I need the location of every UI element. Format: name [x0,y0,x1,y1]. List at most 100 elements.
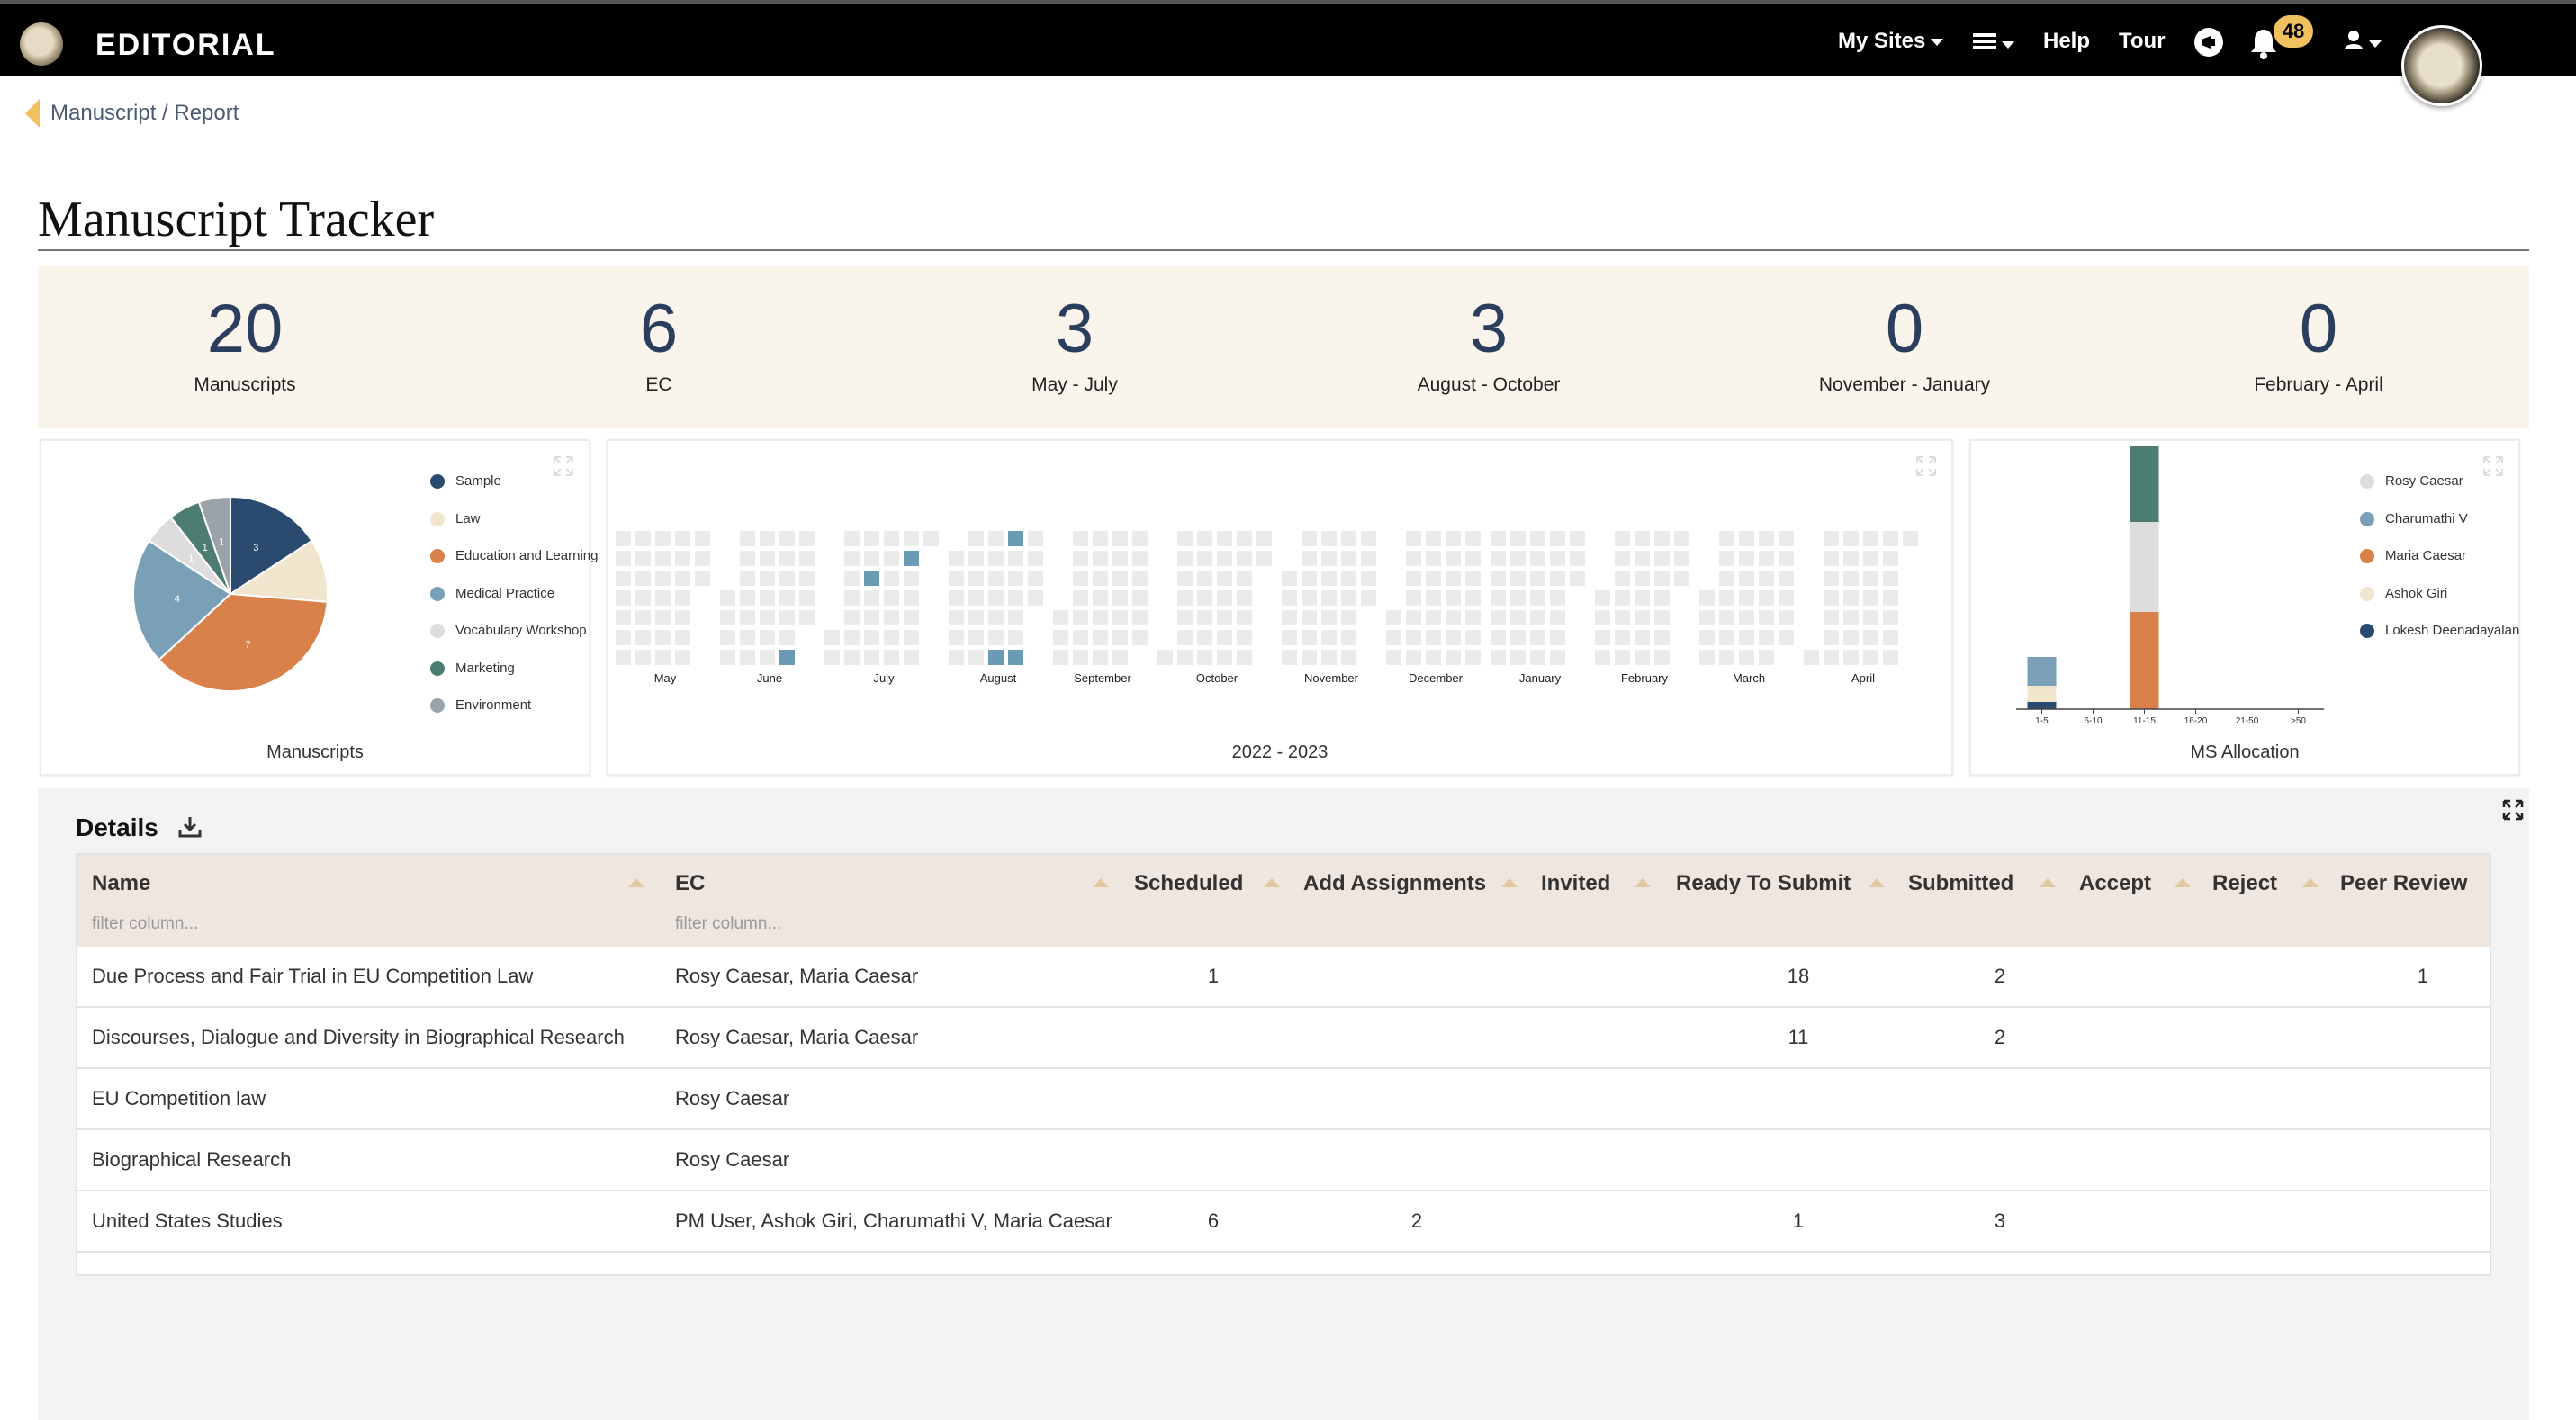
heatmap-cell-active[interactable] [779,650,795,665]
heatmap-cell[interactable] [1028,551,1043,566]
heatmap-cell[interactable] [1053,650,1068,665]
heatmap-cell[interactable] [1073,610,1088,625]
heatmap-cell[interactable] [1361,590,1376,606]
table-row[interactable]: Due Process and Fair Trial in EU Competi… [77,947,2490,1008]
heatmap-cell[interactable] [1406,590,1421,606]
heatmap-cell[interactable] [1510,551,1526,566]
expand-icon[interactable] [553,455,574,477]
expand-icon[interactable] [2502,799,2524,821]
heatmap-cell[interactable] [1739,610,1754,625]
heatmap-cell[interactable] [949,590,964,606]
heatmap-cell[interactable] [1426,590,1441,606]
heatmap-cell[interactable] [904,630,919,645]
heatmap-cell[interactable] [1446,531,1461,546]
heatmap-cell[interactable] [1739,650,1754,665]
heatmap-cell[interactable] [1615,590,1630,606]
heatmap-cell[interactable] [760,630,775,645]
heatmap-cell[interactable] [1237,571,1252,586]
bar-segment[interactable] [2027,686,2057,702]
heatmap-cell[interactable] [884,650,899,665]
heatmap-cell[interactable] [1177,590,1193,606]
heatmap-cell[interactable] [1217,531,1232,546]
heatmap-cell[interactable] [1112,590,1128,606]
heatmap-cell[interactable] [988,531,1004,546]
heatmap-cell[interactable] [1008,571,1023,586]
heatmap-cell[interactable] [1510,630,1526,645]
heatmap-cell[interactable] [1759,650,1774,665]
heatmap-cell[interactable] [1719,571,1734,586]
heatmap-cell[interactable] [1446,590,1461,606]
heatmap-cell[interactable] [1635,551,1650,566]
table-row[interactable]: United States Studies PM User, Ashok Gir… [77,1191,2490,1253]
heatmap-cell[interactable] [904,531,919,546]
heatmap-cell[interactable] [904,610,919,625]
column-header-ec[interactable]: EC [675,871,705,896]
heatmap-cell[interactable] [1237,630,1252,645]
heatmap-cell[interactable] [1883,590,1898,606]
heatmap-cell[interactable] [1302,571,1317,586]
heatmap-cell[interactable] [1699,650,1715,665]
megaphone-icon[interactable] [2193,26,2225,58]
avatar[interactable] [2401,25,2482,106]
heatmap-cell[interactable] [1843,551,1859,566]
heatmap-cell[interactable] [1883,630,1898,645]
heatmap-cell[interactable] [1132,630,1148,645]
sort-icon[interactable] [2302,878,2319,887]
column-header-accept[interactable]: Accept [2079,871,2151,896]
heatmap-cell[interactable] [635,551,651,566]
heatmap-cell[interactable] [655,571,671,586]
heatmap-cell[interactable] [923,531,939,546]
heatmap-cell[interactable] [1282,590,1297,606]
heatmap-cell[interactable] [720,650,735,665]
heatmap-cell[interactable] [1530,650,1545,665]
heatmap-cell[interactable] [884,610,899,625]
heatmap-cell[interactable] [988,610,1004,625]
heatmap-cell[interactable] [740,650,755,665]
heatmap-cell[interactable] [1446,650,1461,665]
heatmap-cell[interactable] [1530,610,1545,625]
heatmap-cell[interactable] [1595,650,1610,665]
heatmap-cell[interactable] [1197,571,1212,586]
heatmap-cell[interactable] [904,590,919,606]
heatmap-cell[interactable] [864,610,879,625]
heatmap-cell[interactable] [884,590,899,606]
column-header-ready-to-submit[interactable]: Ready To Submit [1676,871,1851,896]
heatmap-cell[interactable] [1595,630,1610,645]
heatmap-cell[interactable] [1779,590,1794,606]
heatmap-cell[interactable] [760,531,775,546]
heatmap-cell[interactable] [1530,630,1545,645]
heatmap-cell[interactable] [884,571,899,586]
heatmap-cell[interactable] [1615,551,1630,566]
heatmap-cell[interactable] [1824,630,1839,645]
sort-icon[interactable] [2040,878,2056,887]
heatmap-cell[interactable] [1824,531,1839,546]
heatmap-cell[interactable] [1302,551,1317,566]
heatmap-cell[interactable] [1112,610,1128,625]
heatmap-cell[interactable] [675,590,690,606]
heatmap-cell[interactable] [1719,551,1734,566]
heatmap-cell[interactable] [1491,610,1506,625]
heatmap-cell[interactable] [1804,650,1819,665]
heatmap-cell[interactable] [1654,590,1670,606]
heatmap-cell[interactable] [968,551,984,566]
sort-icon[interactable] [2175,878,2191,887]
heatmap-cell[interactable] [1217,650,1232,665]
heatmap-cell[interactable] [1615,610,1630,625]
heatmap-cell[interactable] [635,571,651,586]
heatmap-cell[interactable] [1779,630,1794,645]
heatmap-cell[interactable] [779,590,795,606]
heatmap-cell[interactable] [1426,531,1441,546]
heatmap-cell[interactable] [1093,551,1108,566]
heatmap-cell[interactable] [1635,590,1650,606]
heatmap-cell[interactable] [864,590,879,606]
heatmap-cell[interactable] [1132,610,1148,625]
heatmap-cell[interactable] [988,571,1004,586]
heatmap-cell[interactable] [1386,630,1401,645]
heatmap-cell[interactable] [968,610,984,625]
sort-icon[interactable] [1635,878,1651,887]
heatmap-cell[interactable] [1256,531,1272,546]
heatmap-cell[interactable] [1028,590,1043,606]
heatmap-cell[interactable] [740,610,755,625]
heatmap-cell[interactable] [1446,610,1461,625]
heatmap-cell[interactable] [720,630,735,645]
